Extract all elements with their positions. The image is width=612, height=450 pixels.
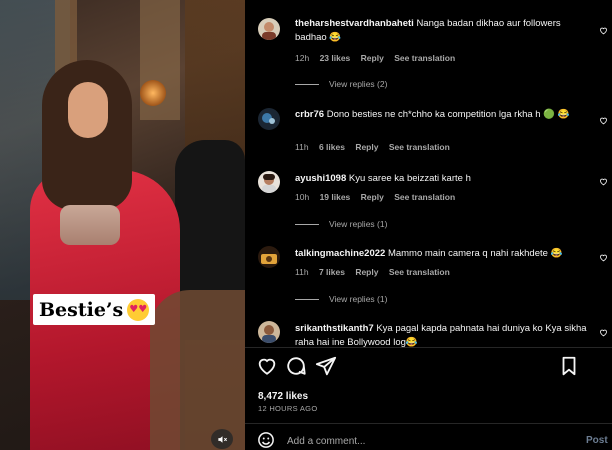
reply-button[interactable]: Reply xyxy=(355,142,378,152)
comments-panel: theharshestvardhanbaheti Nanga badan dik… xyxy=(245,0,612,450)
heart-icon[interactable] xyxy=(599,26,608,35)
person-face xyxy=(68,82,108,138)
embellished-blouse xyxy=(60,205,120,245)
background-lamp xyxy=(140,80,166,106)
bestie-sticker: Bestie’s ♥♥ xyxy=(33,294,156,325)
comment-text-block: talkingmachine2022 Mammo main camera q n… xyxy=(295,247,587,261)
view-replies-button[interactable]: View replies (2) xyxy=(295,79,387,89)
divider xyxy=(245,347,612,348)
heart-icon[interactable] xyxy=(599,116,608,125)
see-translation-button[interactable]: See translation xyxy=(394,192,455,202)
comment-username[interactable]: ayushi1098 xyxy=(295,173,346,184)
likes-count[interactable]: 8,472 likes xyxy=(258,391,308,402)
comment-likes[interactable]: 6 likes xyxy=(319,142,345,152)
reply-button[interactable]: Reply xyxy=(361,53,384,63)
emoji-smile-icon[interactable] xyxy=(257,431,275,449)
post-comment-button[interactable]: Post xyxy=(586,435,608,446)
speaker-muted-icon xyxy=(217,435,227,443)
comment-text-block: crbr76 Dono besties ne ch*chho ka compet… xyxy=(295,108,587,122)
reply-button[interactable]: Reply xyxy=(361,192,384,202)
avatar-image xyxy=(258,246,280,268)
share-paper-plane-icon[interactable] xyxy=(315,355,337,377)
avatar[interactable] xyxy=(258,18,280,40)
comment-likes[interactable]: 7 likes xyxy=(319,267,345,277)
heart-icon[interactable] xyxy=(599,328,608,337)
comment-age: 10h xyxy=(295,192,310,202)
replies-line xyxy=(295,223,319,225)
comments-list[interactable]: theharshestvardhanbaheti Nanga badan dik… xyxy=(245,0,612,347)
reply-button[interactable]: Reply xyxy=(355,267,378,277)
comment-text: Mammo main camera q nahi rakhdete 😂 xyxy=(387,248,563,259)
add-comment-input[interactable] xyxy=(287,433,557,449)
avatar-image xyxy=(258,108,280,130)
comment-meta: 10h 19 likes Reply See translation xyxy=(295,192,463,202)
comment-meta: 12h 23 likes Reply See translation xyxy=(295,53,463,63)
comment-age: 11h xyxy=(295,142,309,152)
avatar-image xyxy=(258,321,280,343)
crowd-person xyxy=(150,290,245,450)
post-media-video[interactable]: Bestie’s ♥♥ xyxy=(0,0,245,450)
view-replies-label: View replies (2) xyxy=(329,79,388,89)
replies-line xyxy=(295,298,319,300)
avatar[interactable] xyxy=(258,321,280,343)
heart-icon[interactable] xyxy=(256,355,278,377)
action-bar xyxy=(245,355,612,383)
comment-bubble-icon[interactable] xyxy=(285,355,307,377)
post-timestamp: 12 HOURS AGO xyxy=(258,404,318,413)
comment-username[interactable]: theharshestvardhanbaheti xyxy=(295,18,414,29)
avatar[interactable] xyxy=(258,171,280,193)
sticker-text: Bestie’s xyxy=(39,298,124,321)
heart-eyes-emoji-icon: ♥♥ xyxy=(127,298,150,321)
comment-age: 12h xyxy=(295,53,310,63)
view-replies-label: View replies (1) xyxy=(329,294,388,304)
avatar[interactable] xyxy=(258,108,280,130)
view-replies-label: View replies (1) xyxy=(329,219,388,229)
see-translation-button[interactable]: See translation xyxy=(389,267,450,277)
comment-text-block: ayushi1098 Kyu saree ka beizzati karte h xyxy=(295,172,587,186)
see-translation-button[interactable]: See translation xyxy=(389,142,450,152)
see-translation-button[interactable]: See translation xyxy=(394,53,455,63)
comment-username[interactable]: srikanthstikanth7 xyxy=(295,323,374,334)
comment-meta: 11h 7 likes Reply See translation xyxy=(295,267,458,277)
comment-text-block: srikanthstikanth7 Kya pagal kapda pahnat… xyxy=(295,322,587,347)
avatar-image xyxy=(258,18,280,40)
comment-likes[interactable]: 19 likes xyxy=(320,192,351,202)
comment-text: Dono besties ne ch*chho ka competition l… xyxy=(326,109,570,120)
comment-text-block: theharshestvardhanbaheti Nanga badan dik… xyxy=(295,17,587,45)
comment-likes[interactable]: 23 likes xyxy=(320,53,351,63)
comment-text: Kyu saree ka beizzati karte h xyxy=(348,173,471,184)
comment-meta: 11h 6 likes Reply See translation xyxy=(295,142,458,152)
mute-toggle-button[interactable] xyxy=(211,429,233,449)
comment-age: 11h xyxy=(295,267,309,277)
replies-line xyxy=(295,83,319,85)
comment-username[interactable]: crbr76 xyxy=(295,109,324,120)
view-replies-button[interactable]: View replies (1) xyxy=(295,294,387,304)
heart-icon[interactable] xyxy=(599,253,608,262)
comment-username[interactable]: talkingmachine2022 xyxy=(295,248,385,259)
avatar-image xyxy=(258,171,280,193)
heart-icon[interactable] xyxy=(599,177,608,186)
add-comment-row: Post xyxy=(245,424,612,450)
bookmark-icon[interactable] xyxy=(558,355,580,377)
view-replies-button[interactable]: View replies (1) xyxy=(295,219,387,229)
avatar[interactable] xyxy=(258,246,280,268)
